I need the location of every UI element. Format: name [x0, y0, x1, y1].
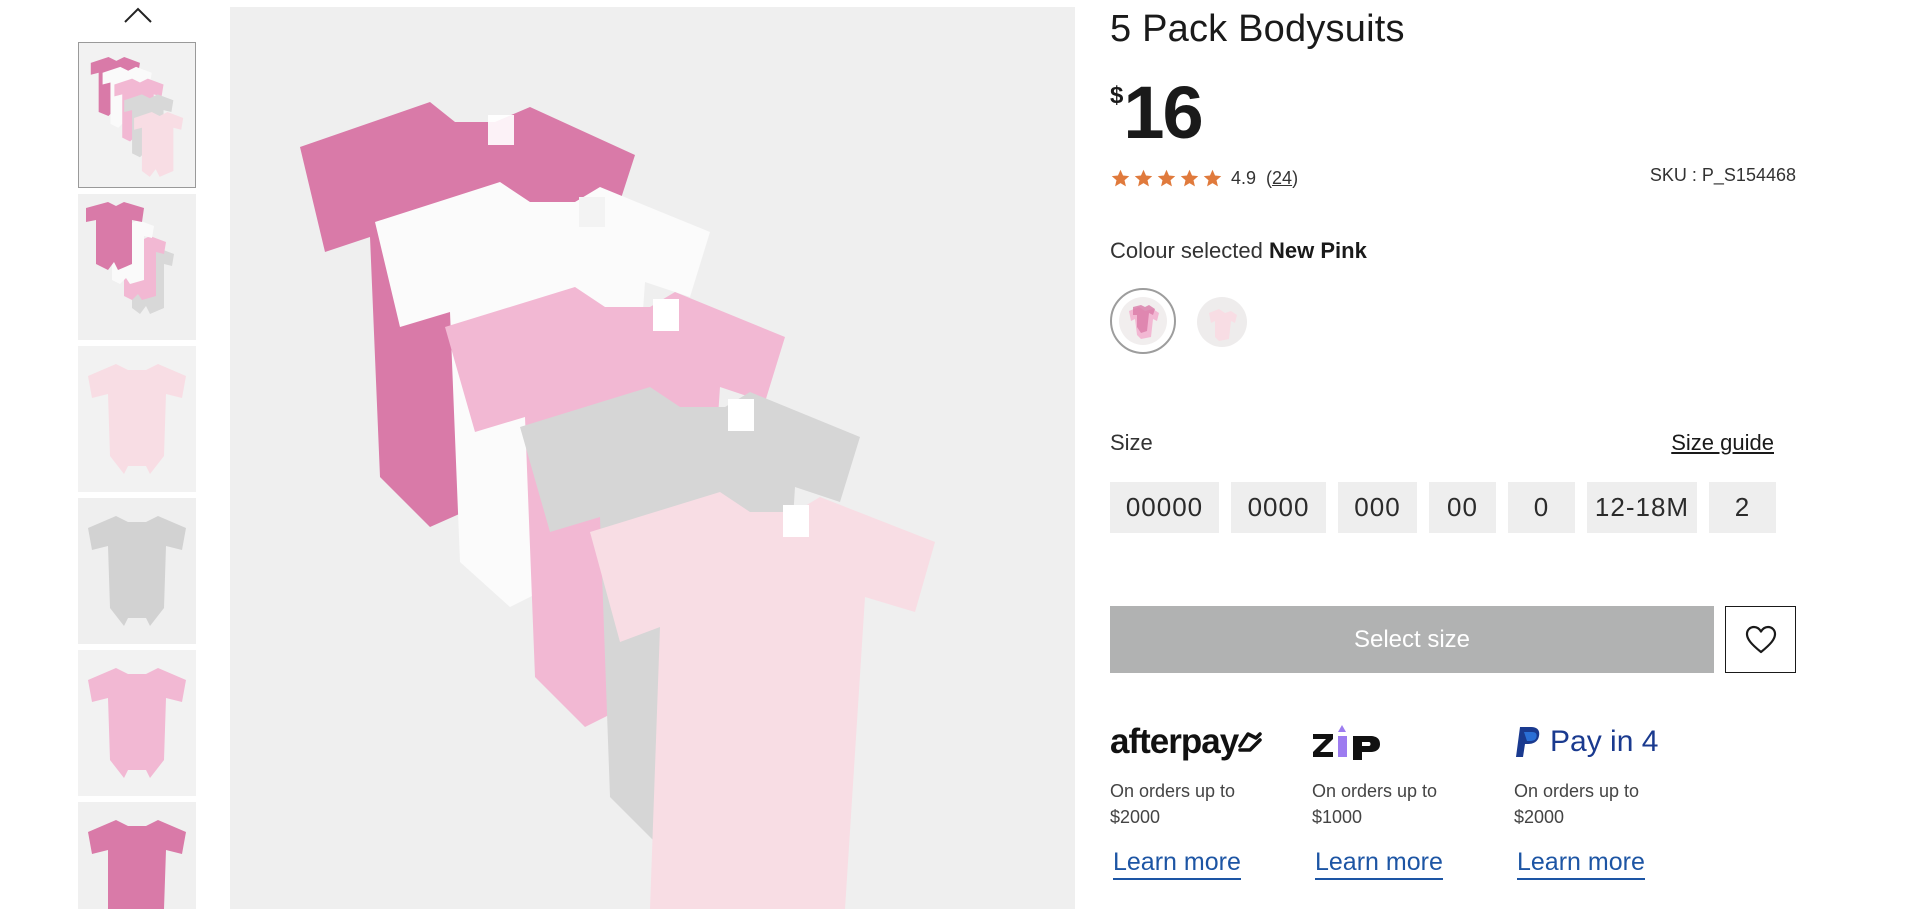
thumbnail-5[interactable] [78, 650, 196, 796]
payment-option-zip: On orders up to $1000 Learn more [1312, 718, 1502, 880]
colour-label-text: Colour selected [1110, 238, 1263, 263]
paypal-desc-line2: $2000 [1514, 807, 1565, 827]
add-to-wishlist-button[interactable] [1725, 606, 1796, 673]
afterpay-description: On orders up to $2000 [1110, 778, 1300, 830]
star-icon [1134, 169, 1153, 186]
thumbnail-image [79, 43, 195, 187]
size-option-000[interactable]: 000 [1338, 482, 1417, 533]
afterpay-desc-line2: $2000 [1110, 807, 1161, 827]
star-icon [1157, 169, 1176, 186]
heart-icon [1745, 625, 1776, 653]
review-count-link[interactable]: 24 [1272, 168, 1292, 188]
paren-close: ) [1292, 167, 1299, 188]
thumbnail-1[interactable] [78, 42, 196, 188]
zip-description: On orders up to $1000 [1312, 778, 1502, 830]
thumbnail-image [78, 346, 196, 492]
select-size-button[interactable]: Select size [1110, 606, 1714, 673]
product-title: 5 Pack Bodysuits [1110, 8, 1405, 50]
afterpay-desc-line1: On orders up to [1110, 781, 1236, 801]
colour-swatch-light-pink[interactable] [1197, 297, 1247, 347]
colour-selected-value: New Pink [1269, 238, 1367, 263]
size-options: 00000 0000 000 00 0 12-18M 2 [1110, 482, 1776, 533]
size-option-0000[interactable]: 0000 [1231, 482, 1326, 533]
size-guide-link[interactable]: Size guide [1671, 430, 1774, 456]
price-currency: $ [1110, 82, 1124, 109]
thumbnail-image [78, 802, 196, 909]
star-icon [1180, 169, 1199, 186]
swatch-image [1119, 297, 1167, 345]
swatch-image [1209, 309, 1237, 341]
thumbnail-image [78, 498, 196, 644]
product-rating[interactable]: 4.9 (24) [1110, 164, 1298, 192]
paypal-learn-more-link[interactable]: Learn more [1517, 848, 1645, 880]
size-option-2[interactable]: 2 [1709, 482, 1776, 533]
size-label: Size [1110, 430, 1153, 455]
payment-option-paypal: Pay in 4 On orders up to $2000 Learn mor… [1514, 718, 1704, 880]
product-price: $ 16 [1110, 70, 1204, 156]
afterpay-logo-text: afterpay [1110, 722, 1239, 761]
colour-swatch-new-pink[interactable] [1110, 288, 1176, 354]
zip-desc-line1: On orders up to [1312, 781, 1438, 801]
star-icon [1203, 169, 1222, 186]
product-photo [230, 7, 1075, 909]
thumbnail-2[interactable] [78, 194, 196, 340]
payment-option-afterpay: afterpay On orders up to $2000 Learn mor… [1110, 718, 1300, 880]
paypal-desc-line1: On orders up to [1514, 781, 1640, 801]
afterpay-learn-more-link[interactable]: Learn more [1113, 848, 1241, 880]
zip-logo [1312, 718, 1502, 766]
thumbnail-4[interactable] [78, 498, 196, 644]
main-product-image[interactable] [230, 7, 1075, 909]
zip-logo-icon [1313, 725, 1380, 760]
product-sku: SKU : P_S154468 [1649, 165, 1796, 185]
chevron-up-icon [124, 7, 152, 23]
colour-selected-label: Colour selected New Pink [1110, 238, 1367, 264]
rating-score: 4.9 [1231, 167, 1257, 188]
zip-desc-line2: $1000 [1312, 807, 1363, 827]
thumbnails-scroll-up-button[interactable] [122, 2, 154, 28]
thumbnail-image [78, 194, 196, 340]
size-option-0[interactable]: 0 [1508, 482, 1575, 533]
price-amount: 16 [1123, 71, 1203, 154]
size-option-00[interactable]: 00 [1429, 482, 1496, 533]
paypal-logo: Pay in 4 [1514, 718, 1704, 766]
afterpay-logo: afterpay [1110, 718, 1300, 766]
thumbnail-image [78, 650, 196, 796]
thumbnail-3[interactable] [78, 346, 196, 492]
size-option-00000[interactable]: 00000 [1110, 482, 1219, 533]
thumbnail-6[interactable] [78, 802, 196, 909]
review-count[interactable]: (24) [1266, 168, 1298, 189]
paypal-logo-text: Pay in 4 [1550, 725, 1659, 758]
paypal-icon [1516, 727, 1540, 757]
paypal-description: On orders up to $2000 [1514, 778, 1704, 830]
thumbnail-strip [0, 0, 230, 909]
star-icon [1111, 169, 1130, 186]
zip-learn-more-link[interactable]: Learn more [1315, 848, 1443, 880]
afterpay-arrows-icon [1238, 732, 1262, 752]
size-option-12-18m[interactable]: 12-18M [1587, 482, 1697, 533]
